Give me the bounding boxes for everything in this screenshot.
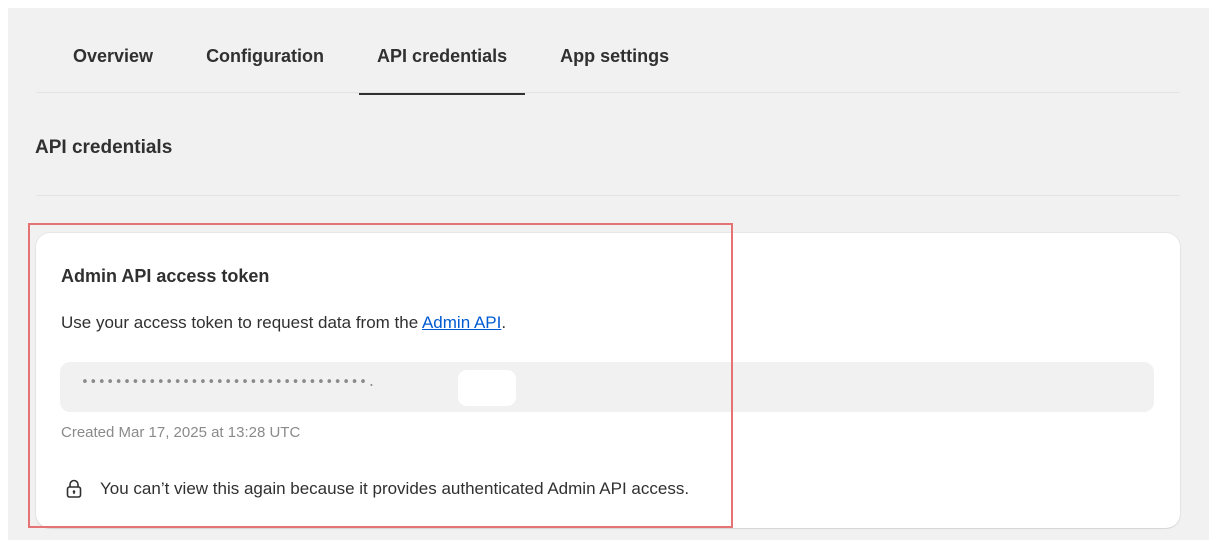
description-text: Use your access token to request data fr… xyxy=(61,313,422,332)
lock-icon xyxy=(64,478,84,500)
tab-configuration[interactable]: Configuration xyxy=(188,44,342,94)
tab-divider xyxy=(36,92,1180,93)
card-description: Use your access token to request data fr… xyxy=(61,313,506,333)
redaction-overlay xyxy=(458,370,516,406)
notice-text: You can’t view this again because it pro… xyxy=(100,479,690,498)
description-end: . xyxy=(501,313,507,332)
view-once-notice: You can’t view this again because it pro… xyxy=(64,478,689,500)
tab-bar: Overview Configuration API credentials A… xyxy=(55,44,704,95)
masked-token: ••••••••••••••••••••••••••••••••••. xyxy=(81,375,376,390)
section-title: API credentials xyxy=(35,137,173,158)
tab-overview[interactable]: Overview xyxy=(55,44,171,94)
tab-api-credentials[interactable]: API credentials xyxy=(359,44,526,95)
admin-api-link[interactable]: Admin API xyxy=(422,313,501,332)
section-divider xyxy=(36,195,1180,196)
card-title: Admin API access token xyxy=(61,266,270,286)
created-timestamp: Created Mar 17, 2025 at 13:28 UTC xyxy=(61,424,301,441)
admin-api-token-card: Admin API access token Use your access t… xyxy=(36,233,1180,528)
access-token-field[interactable]: ••••••••••••••••••••••••••••••••••. xyxy=(60,362,1154,412)
tab-app-settings[interactable]: App settings xyxy=(542,44,687,94)
